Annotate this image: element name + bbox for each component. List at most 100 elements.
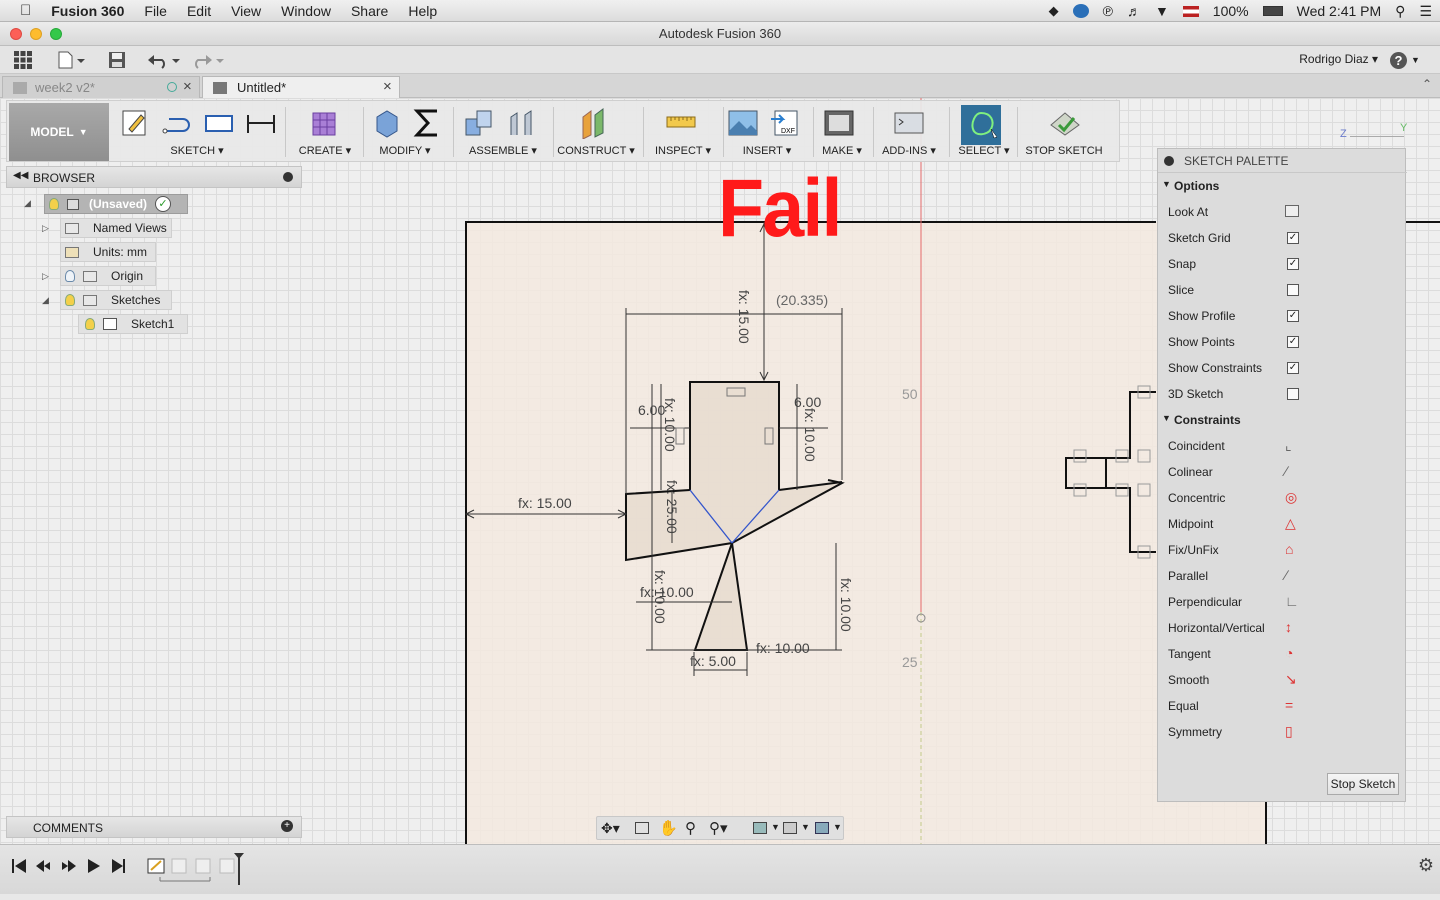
- save-button[interactable]: [106, 49, 128, 71]
- comments-panel-header[interactable]: COMMENTS +: [6, 816, 302, 838]
- constraint-row[interactable]: Equal =: [1158, 693, 1407, 719]
- option-checkbox[interactable]: ✓: [1287, 362, 1299, 374]
- option-checkbox[interactable]: [1287, 388, 1299, 400]
- zoom-icon[interactable]: ⚲: [685, 819, 696, 837]
- play-icon[interactable]: [88, 859, 100, 873]
- menu-window[interactable]: Window: [271, 0, 341, 22]
- lightbulb-icon[interactable]: [85, 318, 95, 330]
- look-at-icon[interactable]: [1285, 205, 1299, 217]
- timeline-feature-icon[interactable]: [219, 858, 235, 874]
- tab-untitled[interactable]: Untitled* ×: [202, 76, 400, 98]
- previous-step-icon[interactable]: [36, 860, 50, 872]
- browser-panel-header[interactable]: ◀◀ BROWSER: [6, 166, 302, 188]
- dim-bottom-10[interactable]: fx: 10.00: [756, 640, 810, 656]
- symmetry-icon[interactable]: ▯: [1285, 724, 1299, 738]
- options-section-header[interactable]: ▼ Options: [1158, 173, 1407, 199]
- volume-icon[interactable]: ♬: [1127, 3, 1141, 19]
- lightbulb-icon[interactable]: [65, 294, 75, 306]
- undo-button[interactable]: [146, 49, 182, 71]
- palette-option-row[interactable]: Snap ✓: [1158, 251, 1407, 277]
- dim-right-10[interactable]: fx: 10.00: [802, 408, 818, 462]
- menu-file[interactable]: File: [134, 0, 177, 22]
- activate-check-icon[interactable]: ✓: [155, 196, 172, 212]
- spotlight-icon[interactable]: ⚲: [1395, 3, 1405, 20]
- tree-node-units[interactable]: Units: mm: [60, 242, 156, 262]
- insert-group[interactable]: DXF INSERT ▾: [725, 101, 809, 161]
- parallel-icon[interactable]: ∕: [1285, 568, 1299, 582]
- palette-option-row[interactable]: Look At: [1158, 199, 1407, 225]
- menu-edit[interactable]: Edit: [177, 0, 221, 22]
- stop-sketch-button[interactable]: Stop Sketch: [1327, 773, 1399, 795]
- lightbulb-icon[interactable]: [49, 198, 59, 210]
- add-ins-group[interactable]: ADD-INS ▾: [875, 101, 943, 161]
- option-checkbox[interactable]: [1287, 284, 1299, 296]
- next-step-icon[interactable]: [62, 860, 76, 872]
- help-menu-button[interactable]: ? ▼: [1390, 50, 1426, 70]
- viewports-icon[interactable]: [815, 822, 829, 834]
- concentric-icon[interactable]: ◎: [1285, 490, 1299, 504]
- constraint-row[interactable]: Smooth ↘: [1158, 667, 1407, 693]
- tree-node-origin[interactable]: Origin: [60, 266, 156, 286]
- option-checkbox[interactable]: ✓: [1287, 258, 1299, 270]
- sync-icon[interactable]: [1072, 4, 1089, 18]
- user-menu[interactable]: Rodrigo Diaz ▾: [1299, 52, 1378, 66]
- dim-vertical-top[interactable]: fx: 15.00: [736, 290, 752, 344]
- create-group[interactable]: CREATE ▾: [291, 101, 359, 161]
- viewcube[interactable]: Z Y: [1340, 122, 1407, 148]
- apple-icon[interactable]: : [0, 0, 41, 22]
- grid-settings-icon[interactable]: [783, 822, 797, 834]
- option-checkbox[interactable]: ✓: [1287, 310, 1299, 322]
- add-comment-icon[interactable]: +: [281, 820, 293, 832]
- redo-button[interactable]: [190, 49, 226, 71]
- midpoint-icon[interactable]: △: [1285, 516, 1299, 530]
- palette-pin-icon[interactable]: [1164, 156, 1174, 166]
- dim-bottom-5[interactable]: fx: 5.00: [690, 653, 736, 669]
- dim-right-vertical-10[interactable]: fx: 10.00: [838, 578, 854, 632]
- lock-icon[interactable]: ⌂: [1285, 542, 1299, 556]
- constraint-row[interactable]: Parallel ∕: [1158, 563, 1407, 589]
- fit-icon[interactable]: ⚲▾: [709, 819, 728, 837]
- equal-icon[interactable]: =: [1285, 698, 1299, 712]
- timeline-settings-icon[interactable]: ⚙: [1418, 855, 1434, 876]
- constraint-row[interactable]: Coincident ⌞: [1158, 433, 1407, 459]
- chevron-down-icon[interactable]: ▼: [771, 822, 780, 832]
- menu-view[interactable]: View: [221, 0, 271, 22]
- constraints-section-header[interactable]: ▼ Constraints: [1158, 407, 1407, 433]
- pan-icon[interactable]: ✋: [659, 819, 678, 837]
- orbit-icon[interactable]: ✥▾: [601, 820, 620, 837]
- expand-arrow-icon[interactable]: ▷: [42, 271, 49, 282]
- clock[interactable]: Wed 2:41 PM: [1297, 3, 1382, 19]
- menu-share[interactable]: Share: [341, 0, 398, 22]
- dropbox-icon[interactable]: ◆: [1049, 3, 1059, 19]
- select-group[interactable]: SELECT ▾: [955, 101, 1013, 161]
- constraint-row[interactable]: Symmetry ▯: [1158, 719, 1407, 745]
- sketch-group[interactable]: SKETCH ▾: [115, 101, 279, 161]
- collapse-arrow-icon[interactable]: ◢: [24, 198, 31, 209]
- constraint-row[interactable]: Tangent ◔: [1158, 641, 1407, 667]
- close-tab-icon[interactable]: ×: [183, 78, 192, 95]
- dim-reference[interactable]: (20.335): [776, 292, 828, 308]
- palette-option-row[interactable]: Slice: [1158, 277, 1407, 303]
- colinear-icon[interactable]: ∕: [1285, 464, 1299, 478]
- close-tab-icon[interactable]: ×: [383, 78, 392, 95]
- constraint-row[interactable]: Fix/UnFix ⌂: [1158, 537, 1407, 563]
- workspace-switcher[interactable]: MODEL ▼: [9, 103, 109, 161]
- collapse-browser-icon[interactable]: ◀◀: [13, 170, 28, 181]
- tree-node-sketches[interactable]: Sketches: [60, 290, 172, 310]
- palette-option-row[interactable]: Show Profile ✓: [1158, 303, 1407, 329]
- display-settings-icon[interactable]: [753, 822, 767, 834]
- notifications-icon[interactable]: ☰: [1419, 3, 1432, 20]
- dim-lower-vertical-10[interactable]: fx: 10.00: [652, 570, 668, 624]
- palette-option-row[interactable]: Show Constraints ✓: [1158, 355, 1407, 381]
- constraint-row[interactable]: Perpendicular ∟: [1158, 589, 1407, 615]
- smooth-icon[interactable]: ↘: [1285, 672, 1299, 686]
- coincident-icon[interactable]: ⌞: [1285, 438, 1299, 452]
- go-to-end-icon[interactable]: [112, 859, 125, 873]
- expand-arrow-icon[interactable]: ▷: [42, 223, 49, 234]
- app-menu[interactable]: Fusion 360: [41, 0, 134, 22]
- palette-option-row[interactable]: 3D Sketch: [1158, 381, 1407, 407]
- tree-node-root[interactable]: (Unsaved) ✓: [44, 194, 188, 214]
- option-checkbox[interactable]: ✓: [1287, 232, 1299, 244]
- dim-vertical-25[interactable]: fx: 25.00: [664, 480, 680, 534]
- modify-group[interactable]: MODIFY ▾: [369, 101, 441, 161]
